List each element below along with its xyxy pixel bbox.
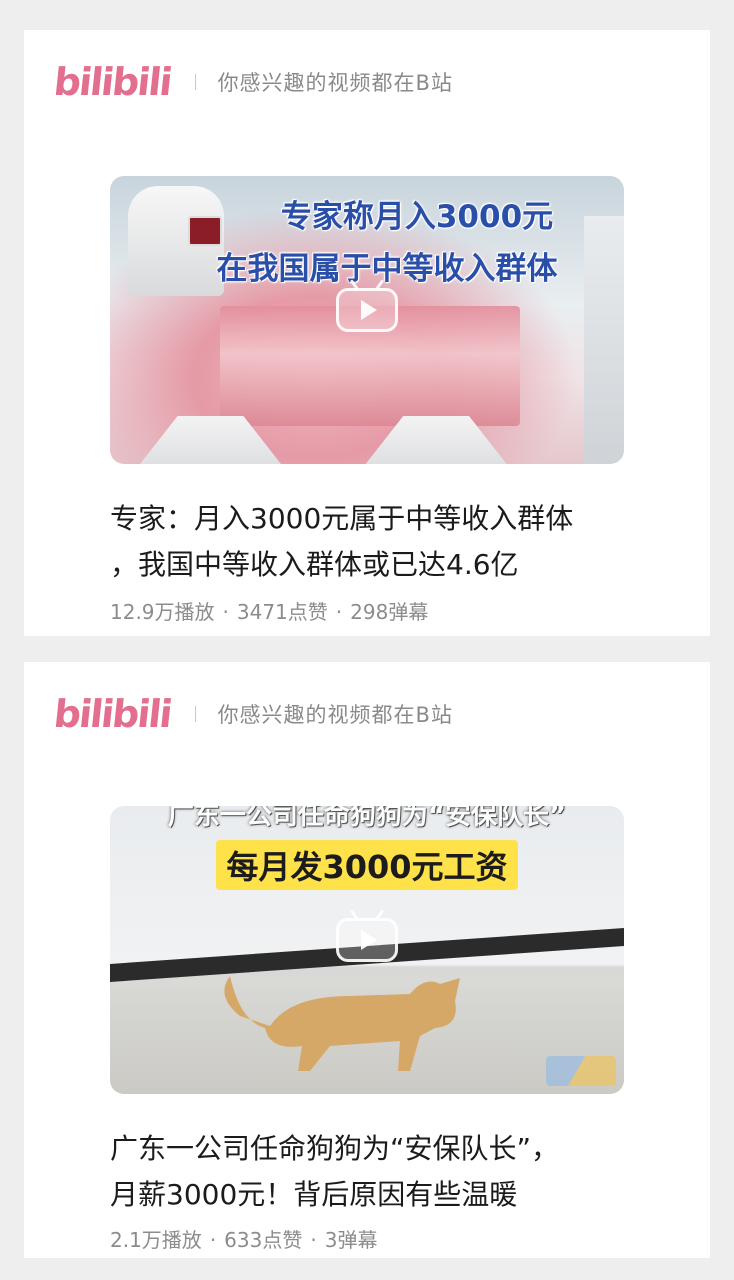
video-thumbnail[interactable]: 广东一公司任命狗狗为“安保队长” 每月发3000元工资 — [110, 806, 624, 1094]
card-header: bilibili 你感兴趣的视频都在B站 — [51, 58, 453, 106]
video-title[interactable]: 专家：月入3000元属于中等收入群体 ，我国中等收入群体或已达4.6亿 — [110, 496, 650, 588]
like-count: 3471点赞 — [236, 600, 328, 624]
like-count: 633点赞 — [224, 1228, 303, 1252]
view-count: 2.1万播放 — [110, 1228, 202, 1252]
thumbnail-caption-line2: 在我国属于中等收入群体 — [216, 251, 558, 287]
video-title[interactable]: 广东一公司任命狗狗为“安保队长”， 月薪3000元！背后原因有些温暖 — [110, 1126, 650, 1218]
play-icon[interactable] — [336, 918, 398, 962]
thumbnail-caption-line2: 每月发3000元工资 — [216, 840, 518, 890]
video-thumbnail[interactable]: 专家称月入3000元 在我国属于中等收入群体 — [110, 176, 624, 464]
view-count: 12.9万播放 — [110, 600, 215, 624]
danmaku-count: 298弹幕 — [350, 600, 429, 624]
video-stats: 12.9万播放 · 3471点赞 · 298弹幕 — [110, 600, 429, 624]
header-divider — [194, 74, 196, 90]
thumbnail-caption-line1: 广东一公司任命狗狗为“安保队长” — [167, 806, 567, 831]
thumbnail-caption-line1: 专家称月入3000元 — [280, 199, 554, 235]
danmaku-count: 3弹幕 — [324, 1228, 378, 1252]
play-icon[interactable] — [336, 288, 398, 332]
header-divider — [194, 706, 196, 722]
video-card-1[interactable]: bilibili 你感兴趣的视频都在B站 专家称月入3000元 在我国属于中等收… — [24, 30, 710, 636]
dog-image — [224, 976, 460, 1071]
video-card-2[interactable]: bilibili 你感兴趣的视频都在B站 广东一公司任命狗狗为“安保队长” 每月… — [24, 662, 710, 1258]
slogan-text: 你感兴趣的视频都在B站 — [217, 703, 453, 727]
video-stats: 2.1万播放 · 633点赞 · 3弹幕 — [110, 1228, 378, 1252]
bilibili-logo: bilibili — [51, 60, 173, 104]
card-header: bilibili 你感兴趣的视频都在B站 — [51, 690, 453, 738]
slogan-text: 你感兴趣的视频都在B站 — [217, 71, 453, 95]
bilibili-logo: bilibili — [51, 692, 173, 736]
